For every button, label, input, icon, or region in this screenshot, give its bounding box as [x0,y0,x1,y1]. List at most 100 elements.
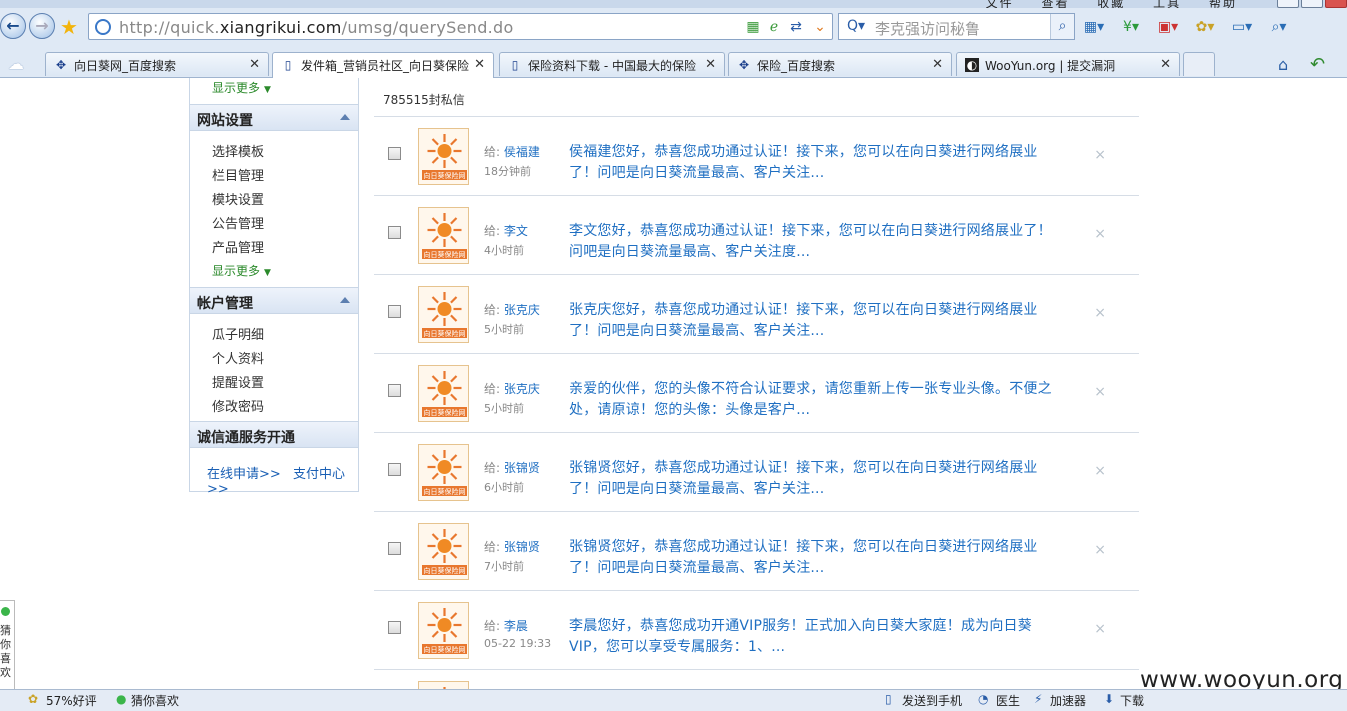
menu-tools[interactable]: 工具 [1153,0,1181,8]
show-more-link[interactable]: 显示更多 ▼ [212,79,271,96]
delete-icon[interactable]: × [1094,226,1106,242]
sunflower-logo-icon[interactable]: 向日葵保险网 [418,286,469,343]
recipient-name[interactable]: 李文 [504,224,528,238]
section-account[interactable]: 帐户管理 [190,287,358,314]
url-text[interactable]: http://quick.xiangrikui.com/umsg/querySe… [119,18,514,37]
rating-text[interactable]: 57%好评 [46,692,97,709]
message-checkbox[interactable] [388,542,401,555]
menu-file[interactable]: 文件 [986,0,1014,8]
sunflower-logo-icon[interactable]: 向日葵保险网 [418,602,469,659]
guess-you-like-link[interactable]: 猜你喜欢 [131,692,179,709]
sidebar-item-template[interactable]: 选择模板 [212,141,264,160]
sunflower-logo-icon[interactable]: 向日葵保险网 [418,365,469,422]
pdf-icon[interactable]: ▣▾ [1154,17,1182,37]
apply-online-link[interactable]: 在线申请>> [207,467,281,482]
delete-icon[interactable]: × [1094,621,1106,637]
tab-close-icon[interactable]: ✕ [705,57,716,72]
recipient-name[interactable]: 张克庆 [504,303,540,317]
sidebar-item-announcements[interactable]: 公告管理 [212,213,264,232]
message-preview[interactable]: 张克庆您好，恭喜您成功通过认证！接下来，您可以在向日葵进行网络展业了！问吧是向日… [569,300,1064,342]
message-preview[interactable]: 李晨您好，恭喜您成功开通VIP服务！正式加入向日葵大家庭！成为向日葵VIP，您可… [569,616,1064,658]
search-button[interactable]: ⌕ [1050,14,1074,39]
message-checkbox[interactable] [388,147,401,160]
message-preview[interactable]: 张锦贤您好，恭喜您成功通过认证！接下来，您可以在向日葵进行网络展业了！问吧是向日… [569,537,1064,579]
search-engine-icon[interactable]: Q▾ [847,18,865,34]
message-preview[interactable]: 侯福建您好，恭喜您成功通过认证！接下来，您可以在向日葵进行网络展业了！问吧是向日… [569,142,1064,184]
sunflower-logo-icon[interactable]: 向日葵保险网 [418,444,469,501]
currency-icon[interactable]: ¥▾ [1117,17,1145,37]
cloud-icon[interactable]: ☁ [8,54,24,73]
search-input[interactable]: 李克强访问秘鲁 [875,18,980,39]
recipient-name[interactable]: 侯福建 [504,145,540,159]
apps-grid-icon[interactable]: ▦▾ [1080,17,1108,37]
recipient-name[interactable]: 李晨 [504,619,528,633]
download-button[interactable]: 下载 [1120,692,1144,709]
tab-insurance-download[interactable]: ▯ 保险资料下载 - 中国最大的保险 ✕ [499,52,725,76]
sunflower-logo-icon[interactable]: 向日葵保险网 [418,523,469,580]
new-tab-button[interactable] [1183,52,1215,76]
tab-baidu-xiangrikui[interactable]: ✥ 向日葵网_百度搜索 ✕ [45,52,269,76]
search-box[interactable]: Q▾ 李克强访问秘鲁 ⌕ [838,13,1075,40]
collapse-arrow-icon[interactable] [340,297,350,303]
back-button[interactable]: ← [0,13,26,39]
refresh-icon[interactable]: ⇄ [787,18,805,36]
maximize-button[interactable] [1301,0,1323,8]
delete-icon[interactable]: × [1094,384,1106,400]
forward-button[interactable]: → [29,13,55,39]
recipient-name[interactable]: 张克庆 [504,382,540,396]
collapse-arrow-icon[interactable] [340,114,350,120]
tab-baidu-insurance[interactable]: ✥ 保险_百度搜索 ✕ [728,52,952,76]
screenshot-icon[interactable]: ▭▾ [1228,17,1256,37]
home-icon[interactable]: ⌂ [1278,55,1288,74]
delete-icon[interactable]: × [1094,305,1106,321]
doctor-button[interactable]: 医生 [996,692,1020,709]
guess-you-like-popup[interactable]: 猜你喜欢 [0,600,15,695]
menu-help[interactable]: 帮助 [1209,0,1237,8]
message-checkbox[interactable] [388,621,401,634]
sidebar-item-profile[interactable]: 个人资料 [212,348,264,367]
message-checkbox[interactable] [388,384,401,397]
sidebar-item-columns[interactable]: 栏目管理 [212,165,264,184]
section-site-settings[interactable]: 网站设置 [190,104,358,131]
tab-close-icon[interactable]: ✕ [932,57,943,72]
undo-close-icon[interactable]: ↶ [1310,54,1325,75]
menu-view[interactable]: 查看 [1041,0,1069,8]
menu-favorites[interactable]: 收藏 [1097,0,1125,8]
tab-close-icon[interactable]: ✕ [474,57,485,72]
compat-icon[interactable]: ℯ [765,18,783,36]
sidebar-item-melon-seeds[interactable]: 瓜子明细 [212,324,264,343]
tab-close-icon[interactable]: ✕ [1160,57,1171,72]
recipient-name[interactable]: 张锦贤 [504,461,540,475]
dropdown-chevron-icon[interactable]: ⌄ [811,18,829,36]
accelerator-button[interactable]: 加速器 [1050,692,1086,709]
delete-icon[interactable]: × [1094,147,1106,163]
delete-icon[interactable]: × [1094,463,1106,479]
sunflower-logo-icon[interactable]: 向日葵保险网 [418,207,469,264]
sidebar-item-password[interactable]: 修改密码 [212,396,264,415]
message-preview[interactable]: 亲爱的伙伴，您的头像不符合认证要求，请您重新上传一张专业头像。不便之处，请原谅！… [569,379,1064,421]
favorites-star-icon[interactable]: ★ [60,15,78,39]
sidebar-item-reminders[interactable]: 提醒设置 [212,372,264,391]
message-preview[interactable]: 李文您好，恭喜您成功通过认证！接下来，您可以在向日葵进行网络展业了！问吧是向日葵… [569,221,1064,263]
sidebar-item-modules[interactable]: 模块设置 [212,189,264,208]
qr-code-icon[interactable]: ▦ [744,18,762,36]
sunflower-logo-icon[interactable]: 向日葵保险网 [418,128,469,185]
delete-icon[interactable]: × [1094,542,1106,558]
message-checkbox[interactable] [388,305,401,318]
message-preview[interactable]: 张锦贤您好，恭喜您成功通过认证！接下来，您可以在向日葵进行网络展业了！问吧是向日… [569,458,1064,500]
recipient-name[interactable]: 张锦贤 [504,540,540,554]
message-checkbox[interactable] [388,463,401,476]
close-window-button[interactable] [1325,0,1347,8]
tab-wooyun[interactable]: ◐ WooYun.org | 提交漏洞 ✕ [956,52,1180,76]
tab-close-icon[interactable]: ✕ [249,57,260,72]
send-to-phone-button[interactable]: 发送到手机 [902,692,962,709]
show-more-link[interactable]: 显示更多 ▼ [212,262,271,279]
sunflower-logo-icon[interactable] [418,681,469,689]
extension-icon[interactable]: ✿▾ [1191,17,1219,37]
message-checkbox[interactable] [388,226,401,239]
sidebar-item-products[interactable]: 产品管理 [212,237,264,256]
tab-outbox[interactable]: ▯ 发件箱_营销员社区_向日葵保险 ✕ [272,52,494,78]
minimize-button[interactable] [1277,0,1299,8]
find-icon[interactable]: ⌕▾ [1265,17,1293,37]
address-bar[interactable]: http://quick.xiangrikui.com/umsg/querySe… [88,13,833,40]
